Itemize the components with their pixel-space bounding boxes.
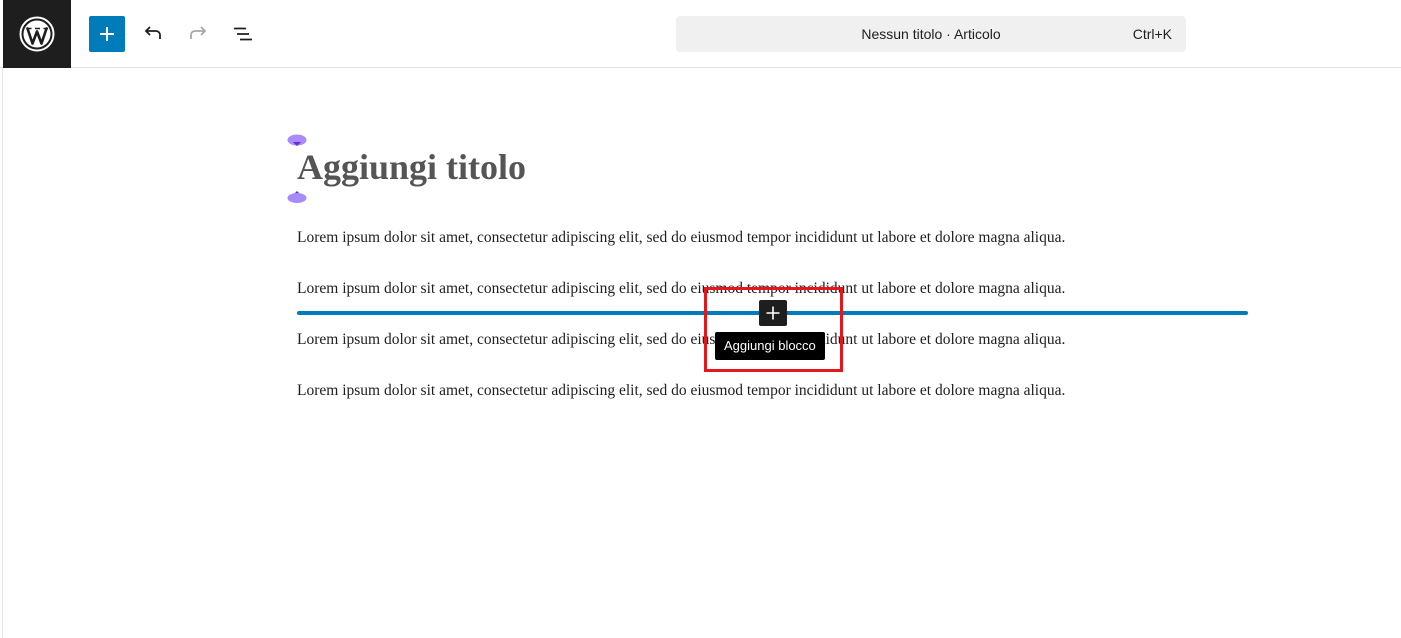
undo-button[interactable] — [135, 16, 171, 52]
wordpress-logo-icon — [19, 16, 55, 52]
paragraph-block[interactable]: Lorem ipsum dolor sit amet, consectetur … — [297, 229, 1065, 247]
paragraph-block[interactable]: Lorem ipsum dolor sit amet, consectetur … — [297, 331, 1065, 349]
title-handle-bottom-icon[interactable] — [287, 190, 307, 203]
document-title: Nessun titolo · Articolo — [861, 26, 1001, 42]
list-view-button[interactable] — [225, 16, 261, 52]
add-block-button[interactable] — [89, 16, 125, 52]
post-title[interactable]: Aggiungi titolo — [297, 146, 526, 188]
paragraph-block[interactable]: Lorem ipsum dolor sit amet, consectetur … — [297, 280, 1065, 298]
keyboard-shortcut-hint: Ctrl+K — [1132, 26, 1172, 42]
command-palette-bar[interactable]: Nessun titolo · Articolo Ctrl+K — [676, 16, 1186, 52]
redo-button[interactable] — [180, 16, 216, 52]
list-view-icon — [234, 27, 252, 41]
wordpress-logo-button[interactable] — [3, 0, 71, 68]
left-edge-divider — [0, 0, 3, 638]
undo-icon — [144, 26, 161, 39]
redo-icon — [190, 26, 207, 39]
editor-header: Nessun titolo · Articolo Ctrl+K — [0, 0, 1401, 68]
plus-icon — [100, 27, 114, 41]
paragraph-block[interactable]: Lorem ipsum dolor sit amet, consectetur … — [297, 382, 1065, 400]
annotation-highlight-box — [704, 287, 843, 372]
block-editor: Nessun titolo · Articolo Ctrl+K Aggiungi… — [0, 0, 1401, 638]
